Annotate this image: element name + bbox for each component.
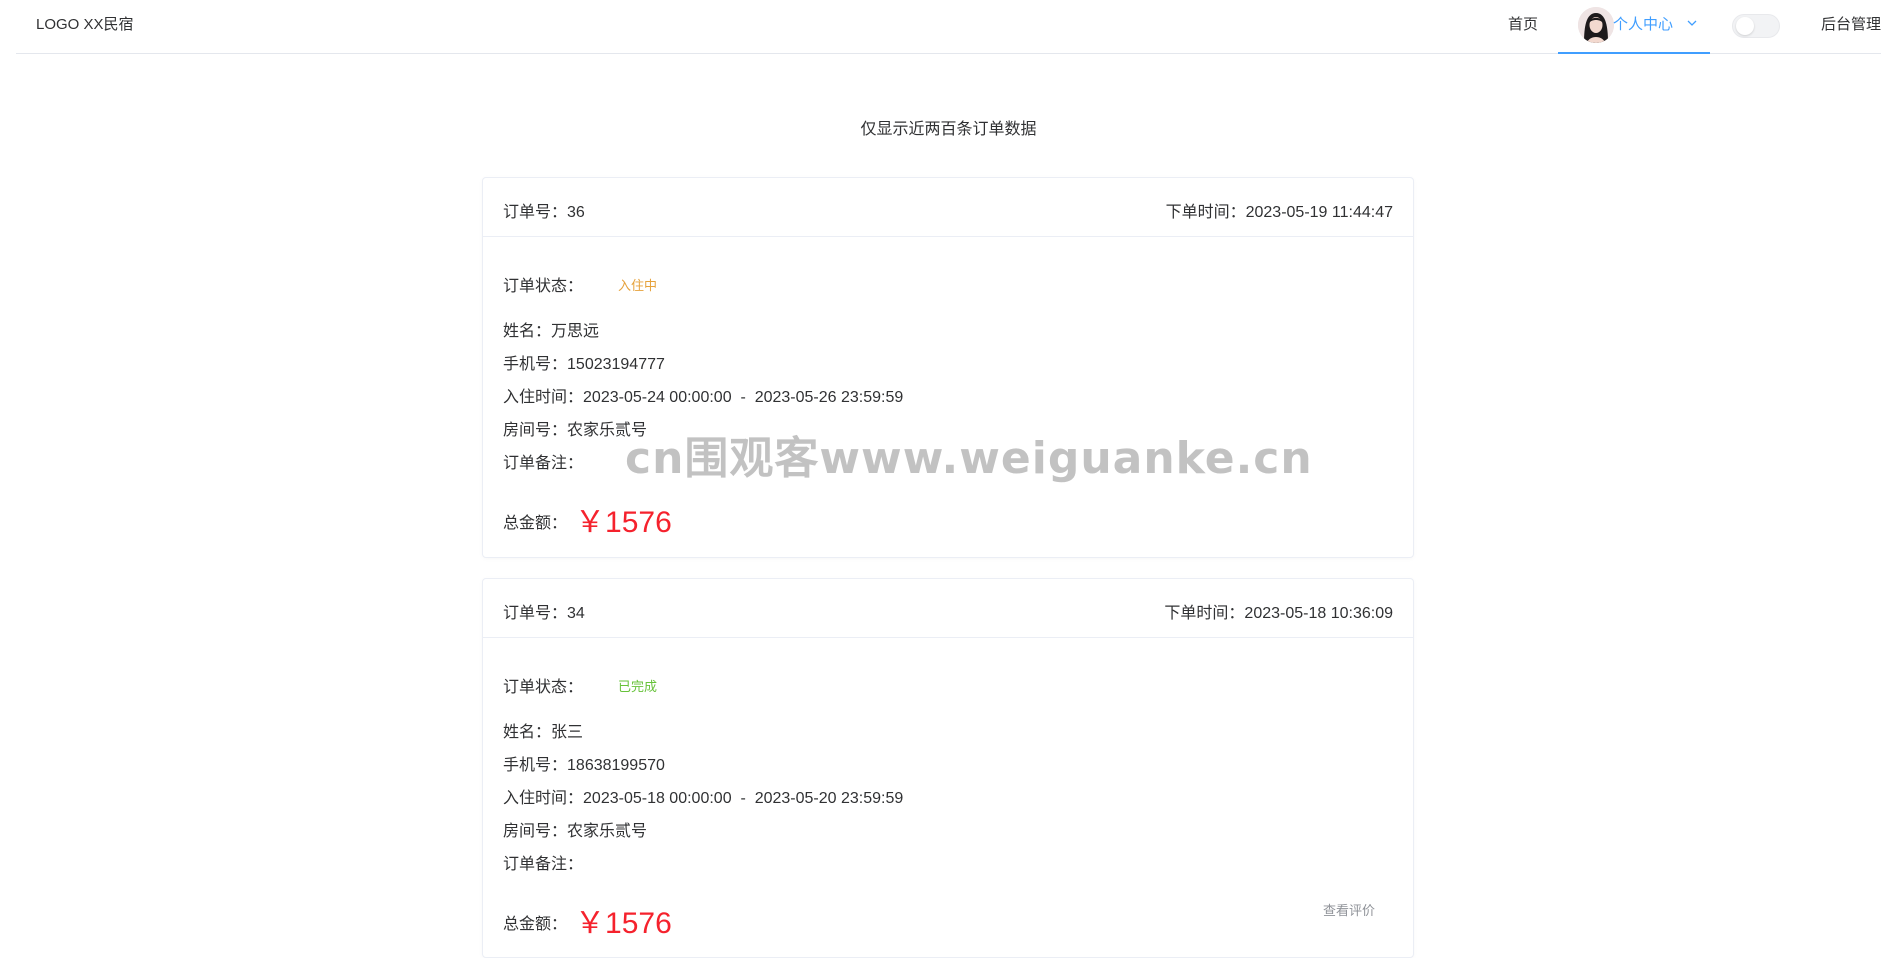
checkin-time: 入住时间：2023-05-24 00:00:00 - 2023-05-26 23… (503, 383, 903, 407)
order-number-value: 34 (567, 605, 585, 622)
guest-name-label: 姓名： (503, 323, 552, 340)
order-number-label: 订单号： (503, 605, 568, 622)
room-number-label: 房间号： (503, 422, 568, 439)
order-status-label: 订单状态： (503, 278, 584, 295)
nav-home[interactable]: 首页 (1508, 0, 1538, 54)
checkin-time: 入住时间：2023-05-18 00:00:00 - 2023-05-20 23… (503, 784, 903, 808)
room-number-value: 农家乐贰号 (567, 422, 648, 439)
status-badge: 已完成 (618, 679, 658, 694)
order-card-header: 订单号：34 下单时间：2023-05-18 10:36:09 (483, 579, 1413, 638)
order-number-label: 订单号： (503, 204, 568, 221)
guest-phone-value: 15023194777 (567, 356, 665, 373)
guest-phone: 手机号：18638199570 (503, 751, 665, 775)
order-total-label: 总金额： (503, 916, 568, 933)
top-navbar: LOGO XX民宿 首页 个人中心 后台管理 (16, 0, 1881, 54)
order-card-header: 订单号：36 下单时间：2023-05-19 11:44:47 (483, 178, 1413, 237)
order-status: 订单状态： (503, 673, 583, 697)
view-review-button[interactable]: 查看评价 (1323, 900, 1375, 919)
order-time-label: 下单时间： (1165, 204, 1246, 221)
guest-name: 姓名：张三 (503, 718, 583, 742)
toggle-knob (1736, 17, 1754, 35)
nav-admin[interactable]: 后台管理 (1821, 0, 1881, 54)
checkin-end: 2023-05-20 23:59:59 (754, 790, 904, 807)
guest-name: 姓名：万思远 (503, 317, 599, 341)
order-total-value: ￥1576 (575, 907, 672, 940)
site-logo[interactable]: LOGO XX民宿 (36, 0, 134, 54)
order-number: 订单号：34 (503, 599, 585, 623)
checkin-separator: - (740, 389, 746, 406)
order-remark-label: 订单备注： (503, 856, 584, 873)
room-number: 房间号：农家乐贰号 (503, 416, 647, 440)
checkin-separator: - (740, 790, 746, 807)
guest-phone-label: 手机号： (503, 356, 568, 373)
order-number: 订单号：36 (503, 198, 585, 222)
checkin-end: 2023-05-26 23:59:59 (754, 389, 904, 406)
order-time: 下单时间：2023-05-18 10:36:09 (1164, 599, 1393, 623)
order-total-label: 总金额： (503, 515, 568, 532)
order-total: 总金额： ￥1576 (503, 894, 672, 940)
checkin-start: 2023-05-24 00:00:00 (583, 389, 732, 406)
order-number-value: 36 (567, 204, 585, 221)
order-remark: 订单备注： (503, 449, 583, 473)
order-time-value: 2023-05-18 10:36:09 (1244, 605, 1393, 622)
guest-name-value: 张三 (551, 724, 584, 741)
checkin-time-label: 入住时间： (503, 389, 584, 406)
chevron-down-icon (1687, 20, 1697, 26)
room-number-label: 房间号： (503, 823, 568, 840)
order-status-label: 订单状态： (503, 679, 584, 696)
nav-user-center[interactable]: 个人中心 (1558, 0, 1710, 54)
theme-toggle[interactable] (1732, 14, 1780, 38)
order-time-label: 下单时间： (1164, 605, 1245, 622)
guest-phone: 手机号：15023194777 (503, 350, 665, 374)
status-badge: 入住中 (618, 278, 658, 293)
order-time-value: 2023-05-19 11:44:47 (1245, 204, 1393, 221)
order-remark: 订单备注： (503, 850, 583, 874)
room-number: 房间号：农家乐贰号 (503, 817, 647, 841)
checkin-time-label: 入住时间： (503, 790, 584, 807)
guest-phone-value: 18638199570 (567, 757, 665, 774)
order-status: 订单状态： (503, 272, 583, 296)
order-remark-label: 订单备注： (503, 455, 584, 472)
order-time: 下单时间：2023-05-19 11:44:47 (1166, 198, 1393, 222)
room-number-value: 农家乐贰号 (567, 823, 648, 840)
order-notice: 仅显示近两百条订单数据 (860, 121, 1037, 138)
order-total: 总金额： ￥1576 (503, 493, 672, 539)
order-card: 订单号：36 下单时间：2023-05-19 11:44:47 订单状态： 入住… (482, 177, 1414, 558)
order-total-value: ￥1576 (575, 506, 672, 539)
checkin-start: 2023-05-18 00:00:00 (583, 790, 732, 807)
order-card: 订单号：34 下单时间：2023-05-18 10:36:09 订单状态： 已完… (482, 578, 1414, 958)
guest-name-value: 万思远 (551, 323, 600, 340)
user-center-label: 个人中心 (1613, 16, 1674, 33)
guest-name-label: 姓名： (503, 724, 552, 741)
user-avatar[interactable] (1578, 7, 1614, 43)
guest-phone-label: 手机号： (503, 757, 568, 774)
